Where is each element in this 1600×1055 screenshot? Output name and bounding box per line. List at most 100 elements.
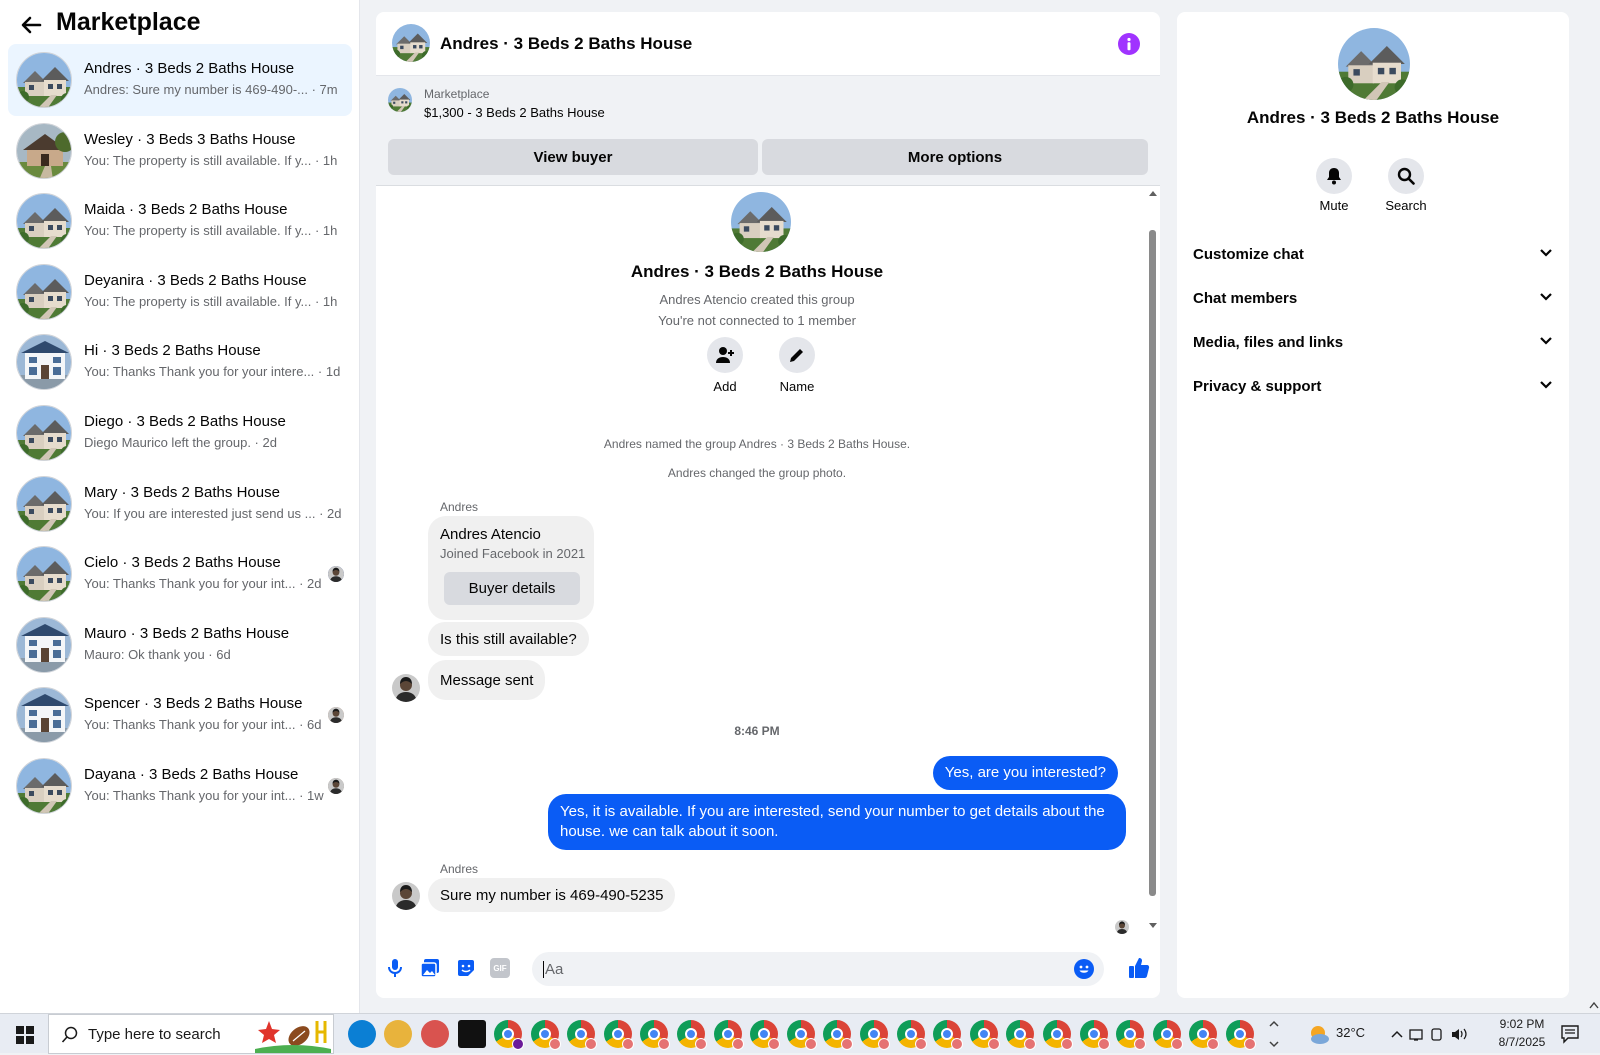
snipping-tool-icon[interactable]: [421, 1020, 449, 1048]
chrome-profile-icon[interactable]: [494, 1020, 524, 1050]
gif-icon[interactable]: GIF: [490, 958, 510, 978]
temperature[interactable]: 32°C: [1336, 1025, 1365, 1040]
notification-center-icon[interactable]: [1560, 1024, 1580, 1049]
chrome-profile-icon[interactable]: [933, 1020, 964, 1050]
buyer-details-button[interactable]: Buyer details: [444, 572, 580, 605]
chrome-profile-icon[interactable]: [750, 1020, 781, 1050]
conversation-name: Hi · 3 Beds 2 Baths House: [84, 342, 261, 360]
chrome-profile-icon[interactable]: [1189, 1020, 1220, 1050]
add-member-button[interactable]: [707, 337, 743, 373]
chrome-profile-icon[interactable]: [1006, 1020, 1037, 1050]
emoji-icon[interactable]: [1074, 959, 1094, 984]
conversation-item[interactable]: Mauro · 3 Beds 2 Baths House Mauro: Ok th…: [8, 609, 352, 681]
windows-start-icon[interactable]: [16, 1026, 34, 1049]
chrome-profile-icon[interactable]: [969, 1020, 1000, 1050]
taskbar-search-box[interactable]: Type here to search: [48, 1014, 334, 1054]
chat-members-section[interactable]: Chat members: [1193, 278, 1553, 318]
not-connected-text: You're not connected to 1 member: [658, 313, 856, 328]
listing-title[interactable]: $1,300 - 3 Beds 2 Baths House: [424, 105, 605, 120]
section-label: Chat members: [1193, 289, 1298, 307]
window-scrollbar[interactable]: [1588, 0, 1600, 1053]
conversation-item[interactable]: Andres · 3 Beds 2 Baths House Andres: Sur…: [8, 44, 352, 116]
section-label: Customize chat: [1193, 245, 1304, 263]
conversation-preview: Andres: Sure my number is 469-490-... · …: [84, 82, 338, 97]
conversation-item[interactable]: Cielo · 3 Beds 2 Baths House You: Thanks …: [8, 538, 352, 610]
file-explorer-icon[interactable]: [384, 1020, 412, 1048]
scrollbar[interactable]: [1146, 186, 1160, 936]
add-label: Add: [713, 379, 737, 394]
chrome-profile-icon[interactable]: [567, 1020, 598, 1050]
back-arrow-icon[interactable]: [18, 12, 44, 38]
group-name: Andres · 3 Beds 2 Baths House: [630, 262, 884, 281]
chrome-profile-icon[interactable]: [896, 1020, 927, 1050]
chrome-profile-icon[interactable]: [1116, 1020, 1147, 1050]
chat-panel: Andres · 3 Beds 2 Baths House Marketplac…: [376, 12, 1160, 998]
conversation-avatar: [16, 546, 72, 603]
conversation-item[interactable]: Dayana · 3 Beds 2 Baths House You: Thanks…: [8, 750, 352, 822]
section-label: Privacy & support: [1193, 377, 1322, 395]
message-bubble[interactable]: Message sent: [428, 660, 546, 700]
conversation-avatar: [16, 122, 72, 179]
chrome-profile-icon[interactable]: [860, 1020, 890, 1050]
conversation-item[interactable]: Mary · 3 Beds 2 Baths House You: If you a…: [8, 468, 352, 540]
chrome-profile-icon[interactable]: [1152, 1020, 1183, 1050]
chrome-profile-icon[interactable]: [603, 1020, 634, 1050]
sender-avatar[interactable]: [392, 674, 420, 702]
customize-chat-section[interactable]: Customize chat: [1193, 234, 1553, 274]
conversation-item[interactable]: Hi · 3 Beds 2 Baths House You: Thanks Tha…: [8, 326, 352, 398]
sender-avatar[interactable]: [392, 882, 420, 910]
chrome-profile-icon[interactable]: [713, 1020, 744, 1050]
sender-name: Andres: [440, 500, 479, 514]
outgoing-message-bubble[interactable]: Yes, it is available. If you are interes…: [548, 794, 1126, 850]
chrome-profile-icon[interactable]: [1226, 1020, 1256, 1050]
view-buyer-button[interactable]: View buyer: [388, 139, 758, 175]
system-tray-icons[interactable]: [1390, 1024, 1474, 1049]
chrome-profile-icon[interactable]: [1043, 1020, 1073, 1050]
conversation-item[interactable]: Maida · 3 Beds 2 Baths House You: The pro…: [8, 185, 352, 257]
mute-button[interactable]: [1316, 158, 1352, 194]
more-options-button[interactable]: More options: [762, 139, 1148, 175]
chat-header-avatar[interactable]: [392, 24, 430, 62]
chrome-profile-icon[interactable]: [1079, 1020, 1110, 1050]
search-button[interactable]: [1388, 158, 1424, 194]
conversation-name: Spencer · 3 Beds 2 Baths House: [84, 695, 303, 713]
system-message-named: Andres named the group Andres · 3 Beds 2…: [603, 437, 911, 451]
sidebar-title: Marketplace: [56, 8, 201, 36]
add-person-icon: [716, 347, 734, 363]
chrome-profile-icon[interactable]: [640, 1020, 671, 1050]
weather-icon[interactable]: [1306, 1023, 1330, 1050]
conversation-item[interactable]: Spencer · 3 Beds 2 Baths House You: Thank…: [8, 679, 352, 751]
chat-info-panel: Andres · 3 Beds 2 Baths House Mute Searc…: [1177, 12, 1569, 998]
name-group-button[interactable]: [779, 337, 815, 373]
message-bubble[interactable]: Sure my number is 469-490-5235: [428, 878, 676, 912]
privacy-support-section[interactable]: Privacy & support: [1193, 366, 1553, 406]
microphone-icon[interactable]: [386, 958, 404, 983]
info-title: Andres · 3 Beds 2 Baths House: [1246, 108, 1500, 127]
message-bubble[interactable]: Is this still available?: [428, 622, 589, 656]
message-input[interactable]: Aa: [532, 952, 1104, 986]
conversation-item[interactable]: Wesley · 3 Beds 3 Baths House You: The pr…: [8, 115, 352, 187]
photo-icon[interactable]: [420, 958, 440, 983]
clock-time[interactable]: 9:02 PM: [1490, 1017, 1554, 1031]
notification-chevron[interactable]: [1268, 1018, 1280, 1055]
info-avatar[interactable]: [1338, 28, 1410, 100]
composer-bar: GIF Aa: [376, 936, 1160, 998]
clock-date[interactable]: 8/7/2025: [1490, 1035, 1554, 1049]
conversation-sidebar: Marketplace Andres · 3 Beds 2 Baths Hous…: [0, 0, 360, 1013]
media-files-links-section[interactable]: Media, files and links: [1193, 322, 1553, 362]
conversation-item[interactable]: Deyanira · 3 Beds 2 Baths House You: The …: [8, 256, 352, 328]
edge-browser-icon[interactable]: [348, 1020, 376, 1048]
listing-thumbnail[interactable]: [388, 88, 412, 112]
thumbs-up-icon[interactable]: [1128, 957, 1150, 984]
sticky-notes-icon[interactable]: [458, 1020, 486, 1048]
chrome-profile-icon[interactable]: [786, 1020, 817, 1050]
chat-header-title[interactable]: Andres · 3 Beds 2 Baths House: [440, 34, 692, 54]
conversation-name: Mary · 3 Beds 2 Baths House: [84, 483, 280, 501]
chrome-profile-icon[interactable]: [530, 1020, 561, 1050]
sticker-icon[interactable]: [456, 958, 476, 983]
conversation-item[interactable]: Diego · 3 Beds 2 Baths House Diego Mauric…: [8, 397, 352, 469]
outgoing-message-bubble[interactable]: Yes, are you interested?: [932, 756, 1118, 790]
info-icon[interactable]: [1118, 33, 1140, 55]
chrome-profile-icon[interactable]: [823, 1020, 854, 1050]
chrome-profile-icon[interactable]: [677, 1020, 707, 1050]
